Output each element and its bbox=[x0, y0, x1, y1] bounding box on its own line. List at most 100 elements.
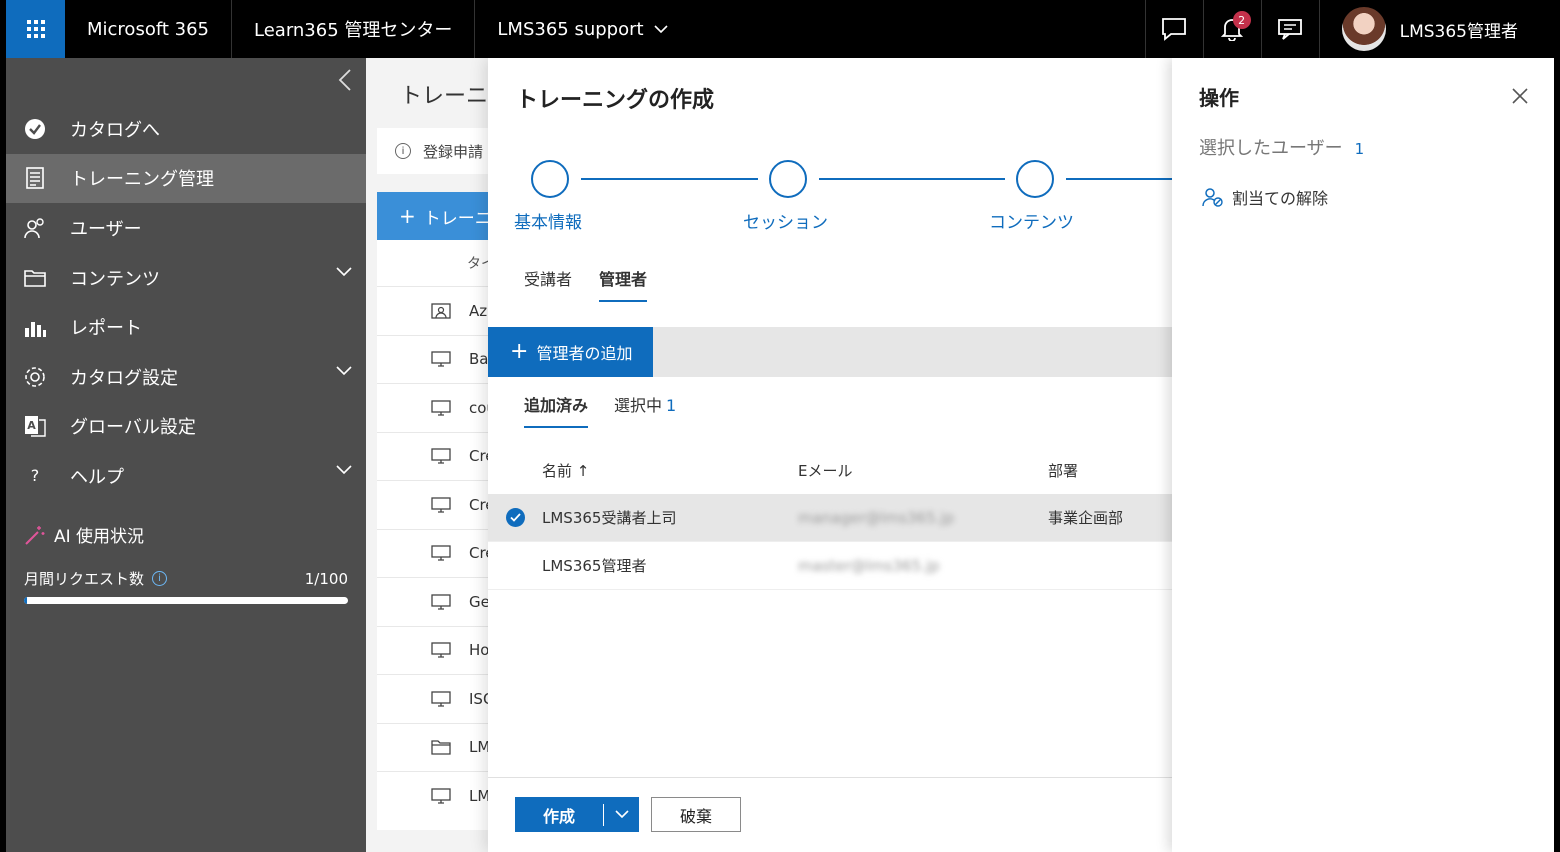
row-checkmark-icon[interactable] bbox=[505, 508, 525, 527]
row-department: 事業企画部 bbox=[1048, 509, 1124, 527]
org-switcher[interactable]: LMS365 support bbox=[475, 0, 689, 58]
feedback-button[interactable] bbox=[1144, 0, 1203, 58]
list-item[interactable]: Create bbox=[377, 528, 506, 578]
list-item[interactable]: Get bbox=[377, 577, 506, 626]
create-split-button: 作成 bbox=[515, 797, 639, 832]
sidebar-item-label: レポート bbox=[70, 318, 142, 340]
tab-selected[interactable]: 選択中 1 bbox=[614, 392, 676, 428]
person-remove-icon bbox=[1202, 188, 1223, 207]
sidebar-item-label: ヘルプ bbox=[70, 466, 124, 488]
sidebar-item-label: カタログ設定 bbox=[70, 367, 178, 389]
sidebar-item-reports[interactable]: レポート bbox=[6, 302, 366, 352]
command-bar: + 管理者の追加 bbox=[488, 327, 1178, 377]
row-name: LMS365管理者 bbox=[542, 557, 647, 575]
add-training-button[interactable]: + トレーニング bbox=[377, 192, 506, 240]
product-name[interactable]: Learn365 管理センター bbox=[232, 0, 476, 58]
chevron-down-icon bbox=[614, 810, 629, 819]
training-list: タイトル AzureBasiccourseCreateCreateCreateG… bbox=[377, 240, 506, 830]
sidebar-nav: カタログへ トレーニング管理 ユーザー コンテンツ レポート カタログ設定 A … bbox=[6, 104, 366, 501]
app-window: Microsoft 365 Learn365 管理センター LMS365 sup… bbox=[6, 0, 1554, 852]
list-header[interactable]: タイトル bbox=[377, 240, 506, 286]
sidebar-item-catalog[interactable]: カタログへ bbox=[6, 104, 366, 154]
column-department[interactable]: 部署 bbox=[1048, 460, 1178, 481]
monitor-icon bbox=[431, 448, 451, 464]
column-name[interactable]: 名前 ↑ bbox=[542, 460, 798, 481]
step-label-basic[interactable]: 基本情報 bbox=[514, 208, 582, 233]
tab-learners[interactable]: 受講者 bbox=[524, 266, 572, 302]
row-name: LMS365受講者上司 bbox=[542, 509, 677, 527]
info-icon[interactable]: i bbox=[152, 571, 168, 586]
ai-usage-title: AI 使用状況 bbox=[24, 522, 144, 547]
sidebar-item-training[interactable]: トレーニング管理 bbox=[6, 153, 366, 204]
monitor-icon bbox=[431, 788, 451, 804]
chevron-down-icon bbox=[336, 366, 352, 376]
selected-users-count: 1 bbox=[1354, 140, 1365, 158]
account-menu[interactable]: LMS365管理者 bbox=[1318, 0, 1554, 58]
dialog-title: トレーニングの作成 bbox=[516, 88, 715, 113]
question-icon: ? bbox=[30, 466, 40, 486]
ai-request-label: 月間リクエスト数 bbox=[24, 570, 145, 588]
step-circle-session[interactable] bbox=[769, 160, 807, 198]
step-label-session[interactable]: セッション bbox=[743, 208, 828, 233]
ai-request-value: 1/100 bbox=[304, 569, 348, 588]
tab-added[interactable]: 追加済み bbox=[524, 392, 589, 428]
list-item[interactable]: Azure bbox=[377, 286, 506, 335]
close-icon[interactable] bbox=[1510, 86, 1530, 106]
classroom-icon bbox=[431, 303, 451, 319]
folder-icon bbox=[431, 739, 451, 755]
step-circle-contents[interactable] bbox=[1016, 160, 1054, 198]
table-row[interactable]: LMS365受講者上司 manager@lms365.jp 事業企画部 bbox=[488, 494, 1178, 542]
list-item[interactable]: LMS bbox=[377, 722, 506, 772]
sidebar-item-users[interactable]: ユーザー bbox=[6, 203, 366, 253]
collapse-sidebar-button[interactable] bbox=[338, 68, 352, 98]
sidebar: カタログへ トレーニング管理 ユーザー コンテンツ レポート カタログ設定 A … bbox=[6, 58, 366, 852]
list-item[interactable]: ISO bbox=[377, 674, 506, 723]
create-button[interactable]: 作成 bbox=[515, 803, 603, 827]
org-name: LMS365 support bbox=[497, 18, 644, 40]
list-item[interactable]: Create bbox=[377, 431, 506, 481]
tab-managers[interactable]: 管理者 bbox=[599, 266, 648, 302]
sidebar-item-label: カタログへ bbox=[70, 119, 160, 141]
list-item[interactable]: How bbox=[377, 625, 506, 675]
list-item[interactable]: Basic bbox=[377, 334, 506, 384]
actions-panel: 操作 選択したユーザー 1 割当ての解除 bbox=[1172, 58, 1554, 852]
list-item[interactable]: Create bbox=[377, 480, 506, 529]
table-row[interactable]: LMS365管理者 master@lms365.jp bbox=[488, 542, 1178, 590]
step-circle-basic[interactable] bbox=[531, 160, 569, 198]
add-manager-button[interactable]: + 管理者の追加 bbox=[488, 327, 653, 377]
step-label-contents[interactable]: コンテンツ bbox=[989, 208, 1074, 233]
plus-icon: + bbox=[510, 339, 529, 364]
sidebar-item-label: ユーザー bbox=[70, 218, 142, 240]
top-bar: Microsoft 365 Learn365 管理センター LMS365 sup… bbox=[6, 0, 1554, 58]
list-item[interactable]: course bbox=[377, 383, 506, 432]
sidebar-item-global-settings[interactable]: A グローバル設定 bbox=[6, 402, 366, 452]
messages-icon bbox=[1278, 19, 1303, 40]
column-email[interactable]: Eメール bbox=[798, 460, 1048, 481]
sidebar-item-contents[interactable]: コンテンツ bbox=[6, 253, 366, 303]
create-options-button[interactable] bbox=[604, 810, 639, 819]
row-email: manager@lms365.jp bbox=[798, 508, 955, 527]
chat-icon bbox=[1162, 18, 1187, 41]
app-name[interactable]: Microsoft 365 bbox=[65, 0, 232, 58]
registration-notice[interactable]: i 登録申請 bbox=[377, 128, 506, 174]
table-header: 名前 ↑ Eメール 部署 bbox=[488, 446, 1178, 494]
waffle-icon bbox=[26, 20, 45, 38]
discard-button[interactable]: 破棄 bbox=[651, 797, 741, 832]
whats-new-button[interactable] bbox=[1260, 0, 1319, 58]
step-connector bbox=[581, 178, 758, 180]
app-launcher-button[interactable] bbox=[6, 0, 65, 58]
list-item[interactable]: LMS bbox=[377, 771, 506, 820]
folder-icon bbox=[24, 269, 46, 287]
panel-title: 操作 bbox=[1199, 86, 1239, 110]
training-doc-icon bbox=[26, 167, 44, 190]
monitor-icon bbox=[431, 691, 451, 707]
chevron-left-icon bbox=[338, 69, 351, 91]
sidebar-item-catalog-settings[interactable]: カタログ設定 bbox=[6, 352, 366, 402]
create-training-dialog: トレーニングの作成 基本情報 セッション コンテンツ 受講者 管理者 + 管理者… bbox=[488, 58, 1178, 852]
svg-text:A: A bbox=[27, 419, 36, 432]
notifications-button[interactable]: 2 bbox=[1202, 0, 1261, 58]
dialog-footer: 作成 破棄 bbox=[488, 777, 1178, 852]
sidebar-item-label: トレーニング管理 bbox=[70, 169, 214, 191]
unassign-button[interactable]: 割当ての解除 bbox=[1202, 185, 1328, 209]
sidebar-item-help[interactable]: ? ヘルプ bbox=[6, 451, 366, 501]
